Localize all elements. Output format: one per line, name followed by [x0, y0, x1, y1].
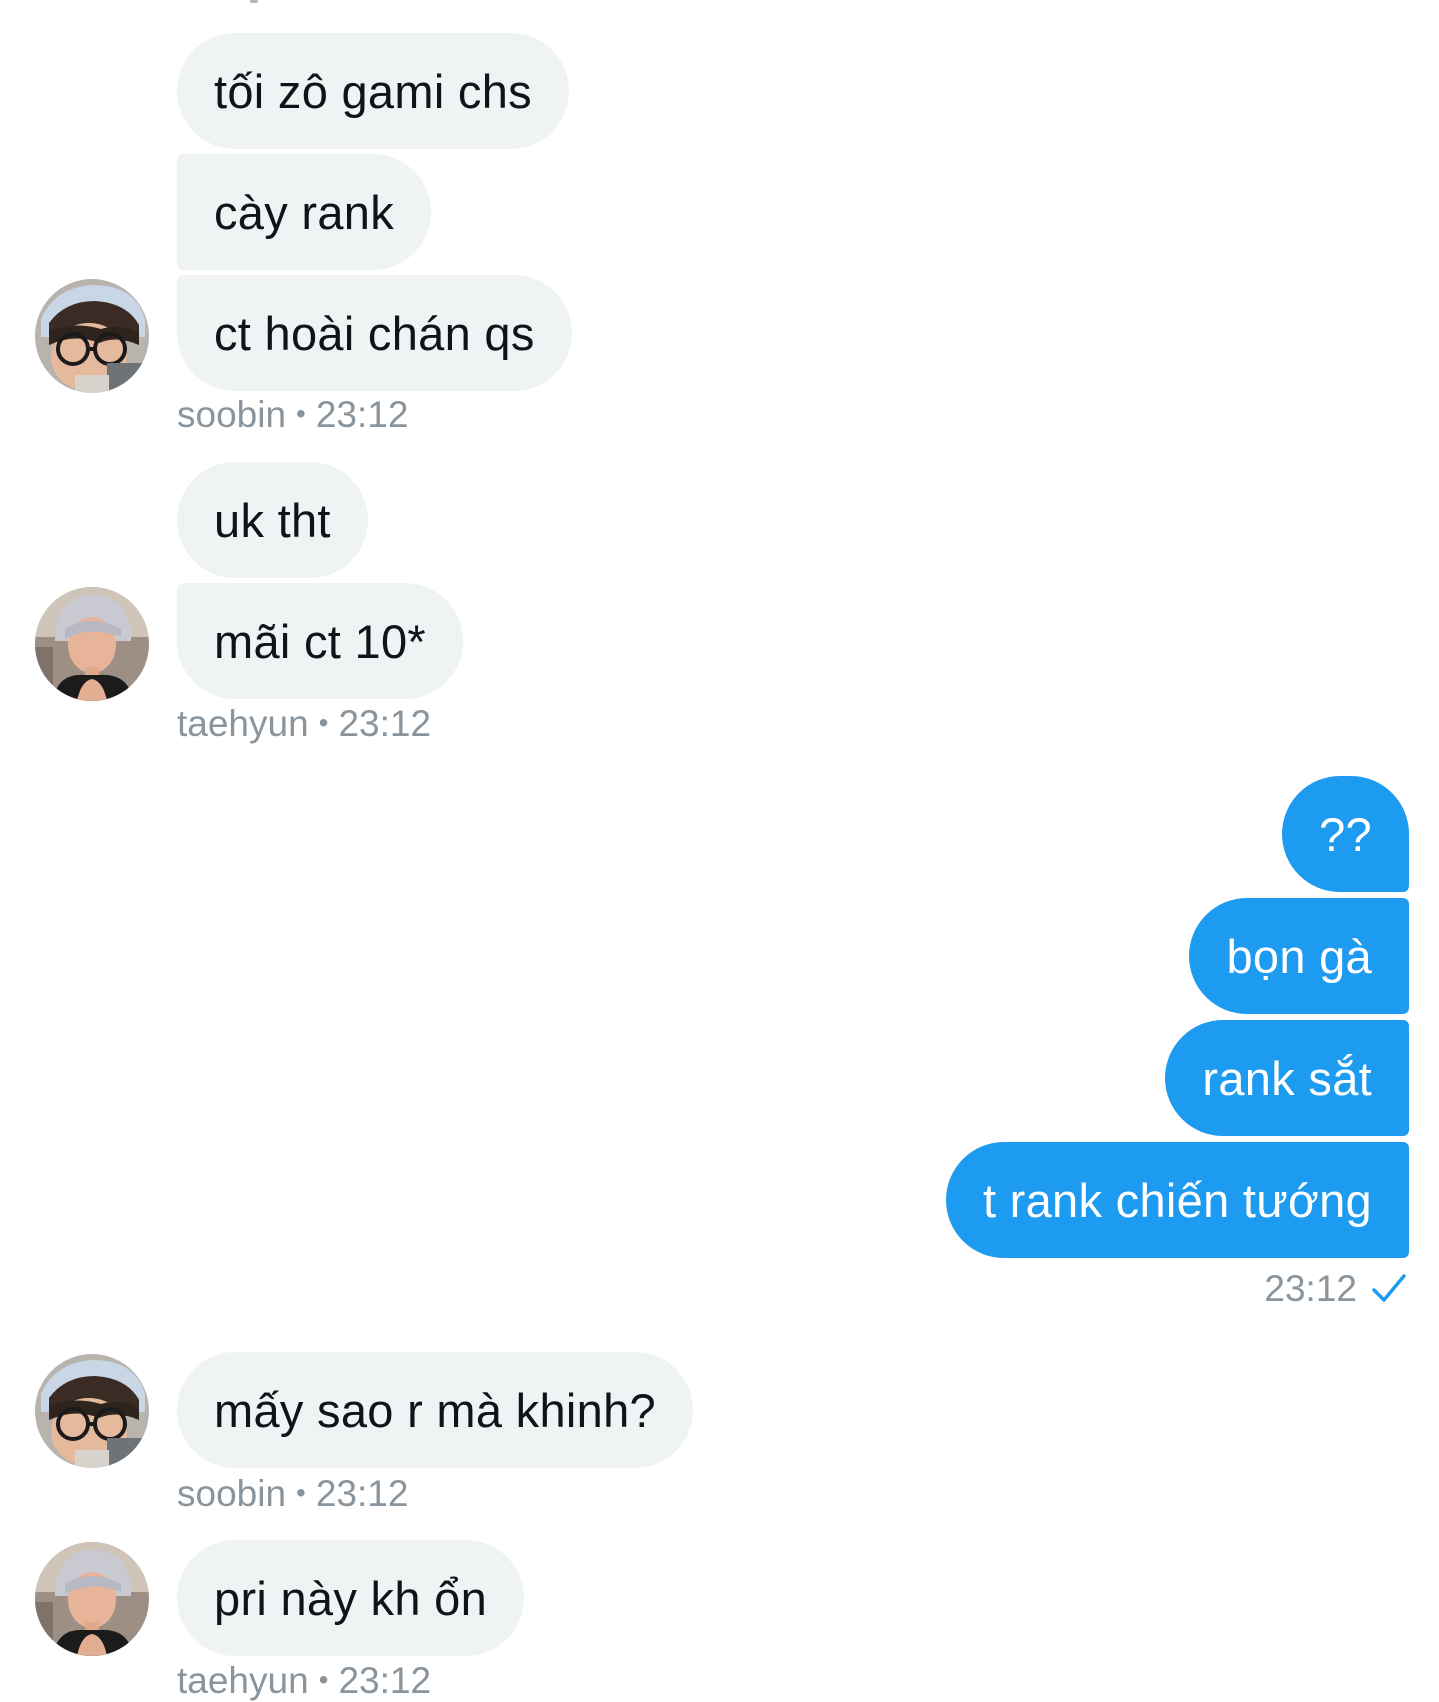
message-meta: soobin • 23:12: [177, 1473, 408, 1515]
meta-separator: •: [296, 1477, 306, 1508]
message-bubble[interactable]: uk tht: [177, 462, 368, 578]
message-text: cày rank: [214, 185, 395, 239]
message-text: ct hoài chán qs: [214, 306, 535, 360]
avatar-taehyun[interactable]: [35, 587, 149, 701]
message-text: mãi ct 10*: [214, 614, 426, 668]
message-text: t rank chiến tướng: [982, 1173, 1372, 1227]
message-bubble[interactable]: mãi ct 10*: [177, 583, 463, 699]
message-bubble-outgoing[interactable]: ??: [1282, 776, 1409, 892]
message-meta: taehyun • 23:12: [177, 1660, 431, 1702]
meta-separator: •: [318, 1664, 329, 1695]
sender-name[interactable]: soobin: [177, 394, 286, 435]
message-bubble[interactable]: cày rank: [177, 154, 432, 270]
message-meta-outgoing: 23:12: [1264, 1268, 1409, 1310]
message-bubble-outgoing[interactable]: bọn gà: [1189, 898, 1409, 1014]
timestamp: 23:12: [315, 394, 409, 435]
avatar-soobin[interactable]: [35, 1354, 149, 1468]
meta-separator: •: [318, 707, 329, 738]
message-text: uk tht: [214, 493, 331, 547]
avatar-soobin[interactable]: [35, 279, 149, 393]
avatar-soobin-photo: [35, 279, 149, 393]
sender-name[interactable]: soobin: [177, 1473, 286, 1514]
previous-meta-fragment: [250, 0, 258, 3]
message-bubble[interactable]: mấy sao r mà khinh?: [177, 1352, 693, 1468]
avatar-taehyun[interactable]: [35, 1542, 149, 1656]
message-bubble[interactable]: ct hoài chán qs: [177, 275, 572, 391]
message-meta: soobin • 23:12: [177, 394, 408, 436]
meta-separator: •: [296, 398, 306, 429]
message-bubble[interactable]: tối zô gami chs: [177, 33, 569, 149]
sender-name[interactable]: taehyun: [177, 703, 309, 744]
check-icon: [1372, 1274, 1406, 1302]
message-bubble-outgoing[interactable]: t rank chiến tướng: [945, 1142, 1409, 1258]
message-text: ??: [1319, 807, 1372, 861]
message-bubble-outgoing[interactable]: rank sắt: [1165, 1020, 1409, 1136]
message-text: mấy sao r mà khinh?: [214, 1383, 656, 1437]
avatar-soobin-photo: [35, 1354, 149, 1468]
avatar-taehyun-photo: [35, 1542, 149, 1656]
message-text: tối zô gami chs: [214, 64, 532, 118]
message-bubble[interactable]: pri này kh ổn: [177, 1540, 525, 1656]
message-text: bọn gà: [1226, 929, 1372, 983]
timestamp: 23:12: [1264, 1268, 1357, 1309]
timestamp: 23:12: [338, 703, 432, 744]
avatar-taehyun-photo: [35, 587, 149, 701]
message-text: pri này kh ổn: [214, 1571, 488, 1625]
message-meta: taehyun • 23:12: [177, 703, 431, 745]
message-text: rank sắt: [1202, 1051, 1372, 1105]
timestamp: 23:12: [315, 1473, 409, 1514]
